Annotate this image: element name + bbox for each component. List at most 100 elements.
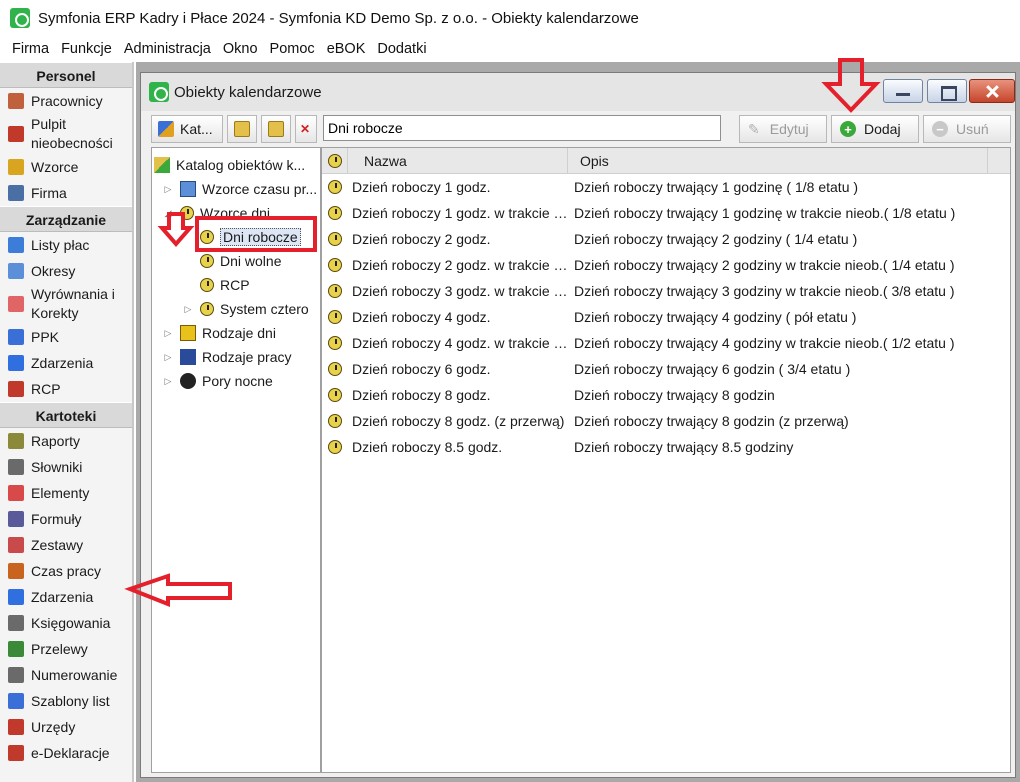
edit-folder-button[interactable] — [261, 115, 291, 143]
sidebar-header[interactable]: Kartoteki — [0, 402, 132, 428]
calendar-object-icon — [328, 284, 342, 298]
sidebar-header[interactable]: Personel — [0, 62, 132, 88]
tree-node[interactable]: ▷ Rodzaje pracy — [162, 346, 292, 368]
calendar-icon — [8, 126, 24, 142]
sidebar-item[interactable]: e-Deklaracje — [0, 740, 132, 766]
child-title-bar[interactable]: Obiekty kalendarzowe — [141, 73, 1015, 111]
cell-description: Dzień roboczy trwający 2 godziny w trakc… — [574, 257, 955, 273]
tree-node[interactable]: ▷ Rodzaje dni — [162, 322, 276, 344]
tree-node[interactable]: ▷ Pory nocne — [162, 370, 273, 392]
sidebar-item[interactable]: Zdarzenia — [0, 584, 132, 610]
table-row[interactable]: Dzień roboczy 2 godz. Dzień roboczy trwaj… — [322, 226, 1010, 252]
close-button[interactable] — [969, 79, 1015, 103]
cell-description: Dzień roboczy trwający 1 godzinę ( 1/8 e… — [574, 179, 859, 195]
template-icon — [8, 159, 24, 175]
delete-button[interactable]: − Usuń — [923, 115, 1011, 143]
table-row[interactable]: Dzień roboczy 1 godz. w trakcie nieob. Dz… — [322, 200, 1010, 226]
expand-arrow-icon[interactable]: ▷ — [162, 328, 174, 339]
sidebar-item[interactable]: Pracownicy — [0, 88, 132, 114]
menu-pomoc[interactable]: Pomoc — [264, 41, 321, 57]
sidebar-item-label: Pracownicy — [31, 92, 103, 109]
add-button[interactable]: + Dodaj — [831, 115, 919, 143]
sidebar-item[interactable]: Szablony list — [0, 688, 132, 714]
expand-arrow-icon[interactable]: ▷ — [162, 352, 174, 363]
table-row[interactable]: Dzień roboczy 1 godz. Dzień roboczy trwaj… — [322, 174, 1010, 200]
menu-ebok[interactable]: eBOK — [321, 41, 372, 57]
sidebar-item[interactable]: Formuły — [0, 506, 132, 532]
edit-button[interactable]: ✎ Edytuj — [739, 115, 827, 143]
sidebar-item-label: Wyrównania i Korekty — [31, 286, 115, 321]
grid-header-icon-col[interactable] — [322, 148, 348, 174]
tree-node-label: Rodzaje pracy — [202, 349, 292, 365]
minimize-button[interactable] — [883, 79, 923, 103]
maximize-button[interactable] — [927, 79, 967, 103]
sidebar-item[interactable]: Elementy — [0, 480, 132, 506]
tree-node-label: System cztero — [220, 301, 309, 317]
payroll-icon — [8, 237, 24, 253]
sidebar-item[interactable]: Przelewy — [0, 636, 132, 662]
sidebar-item-label: Czas pracy — [31, 562, 102, 579]
row-icon-cell — [322, 388, 348, 402]
tree-node[interactable]: RCP — [182, 274, 250, 296]
sidebar-item[interactable]: Firma — [0, 180, 132, 206]
sidebar-item[interactable]: PPK — [0, 324, 132, 350]
sidebar-item[interactable]: Urzędy — [0, 714, 132, 740]
sidebar-item[interactable]: Zestawy — [0, 532, 132, 558]
sidebar-item[interactable]: Wyrównania i Korekty — [0, 284, 132, 324]
table-row[interactable]: Dzień roboczy 8 godz. Dzień roboczy trwaj… — [322, 382, 1010, 408]
expand-arrow-icon[interactable]: ▷ — [182, 304, 194, 315]
cell-name: Dzień roboczy 8 godz. (z przerwą) — [352, 413, 565, 429]
sidebar-item-label: Listy płac — [31, 236, 90, 253]
column-header-name[interactable]: Nazwa — [348, 148, 568, 174]
calendar-object-icon — [328, 258, 342, 272]
work-type-icon — [180, 349, 196, 365]
row-icon-cell — [322, 414, 348, 428]
table-row[interactable]: Dzień roboczy 4 godz. w trakcie nieob. Dz… — [322, 330, 1010, 356]
tree-node[interactable]: ▷ Wzorce czasu pr... — [162, 178, 317, 200]
sidebar-item[interactable]: Pulpit nieobecności — [0, 114, 132, 154]
menu-firma[interactable]: Firma — [6, 41, 55, 57]
sidebar-item[interactable]: RCP — [0, 376, 132, 402]
menu-administracja[interactable]: Administracja — [118, 41, 217, 57]
tree-node[interactable]: Dni wolne — [182, 250, 281, 272]
calendar-object-icon — [328, 362, 342, 376]
day-pattern-icon — [200, 278, 214, 292]
sidebar-item[interactable]: Raporty — [0, 428, 132, 454]
table-row[interactable]: Dzień roboczy 4 godz. Dzień roboczy trwaj… — [322, 304, 1010, 330]
sidebar-item[interactable]: Okresy — [0, 258, 132, 284]
delete-folder-button[interactable]: ✕ — [295, 115, 317, 143]
tree-node[interactable]: Katalog obiektów k... — [154, 154, 305, 176]
table-row[interactable]: Dzień roboczy 3 godz. w trakcie nieob. Dz… — [322, 278, 1010, 304]
sidebar-item-label: Szablony list — [31, 692, 110, 709]
app-logo-icon — [10, 8, 30, 28]
sidebar-item[interactable]: Słowniki — [0, 454, 132, 480]
expand-arrow-icon[interactable]: ◢ — [162, 208, 174, 219]
catalog-button[interactable]: Kat... — [151, 115, 223, 143]
sidebar-item[interactable]: Księgowania — [0, 610, 132, 636]
menu-dodatki[interactable]: Dodatki — [371, 41, 432, 57]
new-folder-button[interactable] — [227, 115, 257, 143]
menu-funkcje[interactable]: Funkcje — [55, 41, 118, 57]
sidebar-item[interactable]: Czas pracy — [0, 558, 132, 584]
tree-node[interactable]: ▷ System cztero — [182, 298, 309, 320]
numbering-icon — [8, 667, 24, 683]
table-row[interactable]: Dzień roboczy 2 godz. w trakcie nieob. Dz… — [322, 252, 1010, 278]
sidebar-item[interactable]: Listy płac — [0, 232, 132, 258]
menu-okno[interactable]: Okno — [217, 41, 264, 57]
tree-node-label: RCP — [220, 277, 250, 293]
expand-arrow-icon[interactable]: ▷ — [162, 184, 174, 195]
expand-arrow-icon[interactable]: ▷ — [162, 376, 174, 387]
sidebar-item[interactable]: Zdarzenia — [0, 350, 132, 376]
sidebar-item[interactable]: Wzorce — [0, 154, 132, 180]
search-input[interactable] — [323, 115, 721, 141]
table-row[interactable]: Dzień roboczy 8 godz. (z przerwą) Dzień r… — [322, 408, 1010, 434]
table-row[interactable]: Dzień roboczy 6 godz. Dzień roboczy trwaj… — [322, 356, 1010, 382]
table-row[interactable]: Dzień roboczy 8.5 godz. Dzień roboczy trw… — [322, 434, 1010, 460]
sidebar-item[interactable]: Numerowanie — [0, 662, 132, 688]
column-header-desc[interactable]: Opis — [568, 148, 988, 174]
sidebar-header[interactable]: Zarządzanie — [0, 206, 132, 232]
cell-name: Dzień roboczy 3 godz. w trakcie nieob. — [352, 283, 568, 299]
tree-toolbar: Kat... ✕ — [151, 115, 321, 143]
delete-x-icon: ✕ — [300, 122, 311, 136]
sidebar-item-label: RCP — [31, 380, 61, 397]
